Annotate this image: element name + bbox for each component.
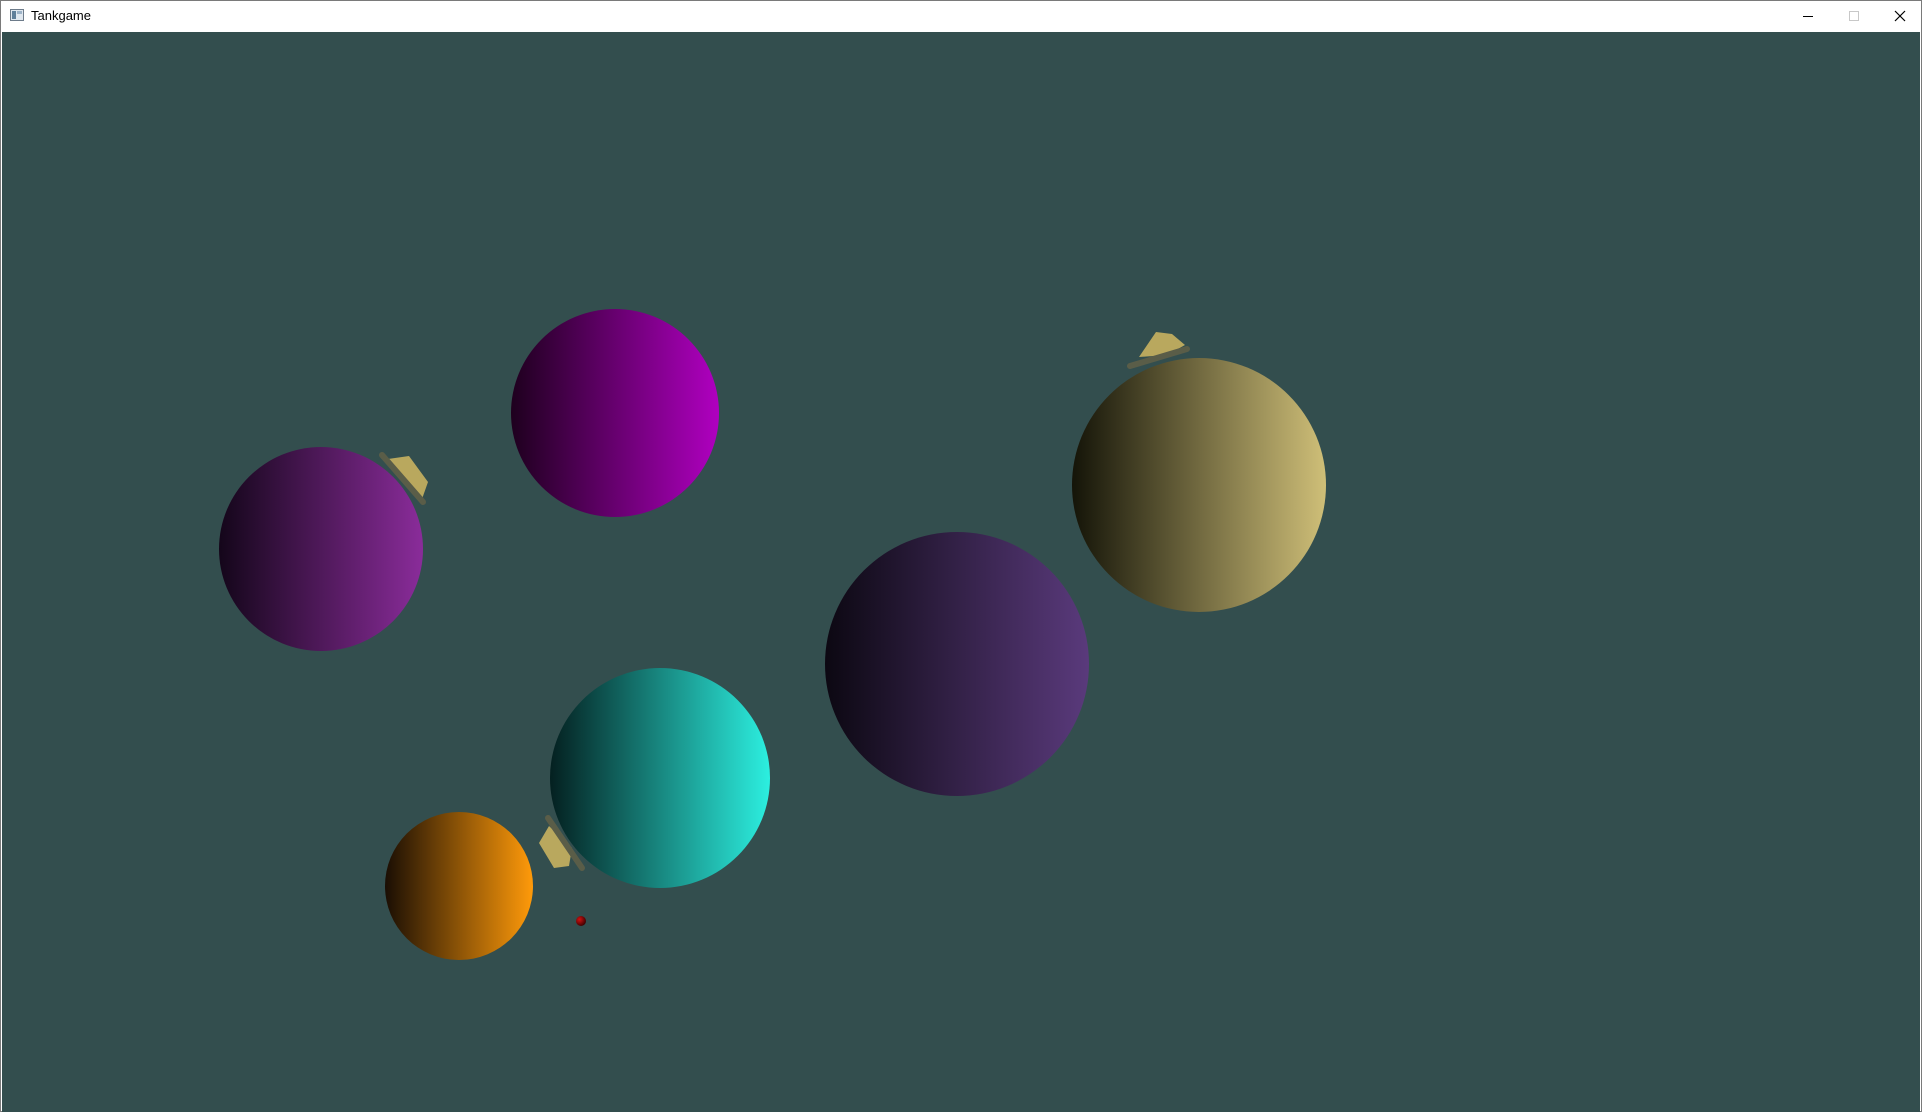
olive-planet bbox=[1072, 358, 1326, 612]
minimize-button[interactable] bbox=[1785, 1, 1831, 31]
game-scene[interactable] bbox=[2, 32, 1920, 1112]
violet-planet bbox=[825, 532, 1089, 796]
close-button[interactable] bbox=[1877, 1, 1922, 31]
orange-planet bbox=[385, 812, 533, 960]
maximize-button[interactable] bbox=[1831, 1, 1877, 31]
app-icon bbox=[10, 9, 24, 21]
cyan-planet bbox=[550, 668, 770, 888]
magenta-planet bbox=[511, 309, 719, 517]
close-icon bbox=[1894, 10, 1906, 22]
title-bar[interactable]: Tankgame bbox=[1, 1, 1921, 31]
purple-planet bbox=[219, 447, 423, 651]
minimize-icon bbox=[1803, 16, 1813, 17]
maximize-icon bbox=[1849, 11, 1859, 21]
game-window: Tankgame bbox=[0, 0, 1922, 1112]
window-title: Tankgame bbox=[31, 8, 91, 23]
projectile bbox=[576, 916, 586, 926]
game-viewport[interactable] bbox=[2, 32, 1920, 1112]
